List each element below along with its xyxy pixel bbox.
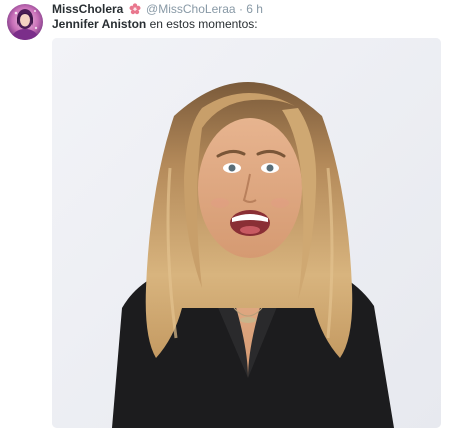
avatar-image — [7, 4, 43, 40]
display-name[interactable]: MissCholera — [52, 2, 123, 16]
user-handle[interactable]: @MissChoLeraa — [146, 2, 236, 16]
tweet-text: Jennifer Aniston en estos momentos: — [52, 17, 440, 32]
avatar[interactable] — [7, 4, 43, 40]
tweet: MissCholera @MissChoLeraa · 6 h Jennifer… — [0, 0, 450, 430]
tweet-body: en estos momentos: — [149, 17, 258, 31]
mention-name: Jennifer Aniston — [52, 17, 147, 31]
tweet-timestamp[interactable]: 6 h — [246, 2, 263, 16]
tweet-photo[interactable] — [52, 38, 441, 428]
separator-dot: · — [238, 2, 243, 16]
photo-woman-surprised — [52, 38, 441, 428]
